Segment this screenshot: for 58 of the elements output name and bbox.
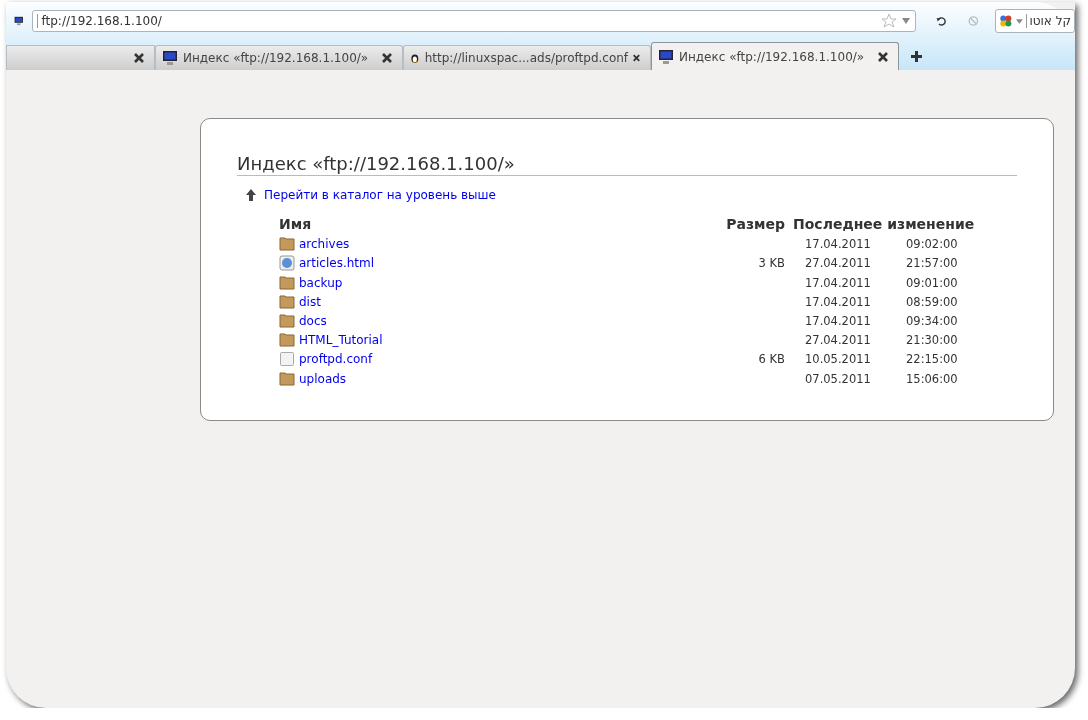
parent-directory-link[interactable]: Перейти в каталог на уровень выше — [264, 188, 496, 202]
folder-icon — [279, 371, 295, 386]
date-cell-text: 17.04.2011 — [804, 275, 872, 290]
column-header: Последнее изменение — [793, 216, 976, 232]
date-cell-text: 07.05.2011 — [804, 371, 872, 386]
time-cell-text: 08:59:00 — [906, 294, 959, 309]
folder-icon — [279, 332, 295, 347]
date-cell-text: 10.05.2011 — [804, 352, 872, 366]
folder-icon — [279, 275, 295, 290]
folder-icon — [279, 294, 295, 309]
file-link[interactable]: docs — [299, 313, 327, 328]
close-icon[interactable] — [878, 51, 888, 62]
file-link[interactable]: archives — [299, 236, 350, 251]
date-cell-text: 17.04.2011 — [804, 294, 872, 309]
address-field[interactable]: ftp://192.168.1.100/ — [31, 10, 916, 32]
page-title: Индекс «ftp://192.168.1.100/» — [237, 153, 1017, 176]
browser-tab[interactable]: http://linuxspac...ads/proftpd.conf — [403, 45, 651, 70]
date-cell-text: 27.04.2011 — [804, 332, 872, 347]
file-link[interactable]: dist — [299, 294, 321, 309]
folder-icon — [279, 313, 295, 328]
caret-icon[interactable] — [900, 18, 911, 24]
up-arrow-icon — [246, 189, 256, 201]
document-icon — [279, 351, 295, 367]
time-cell-text: 22:15:00 — [906, 352, 959, 366]
column-header: Имя — [279, 216, 313, 232]
search-engine-icon[interactable] — [999, 13, 1013, 29]
monitor-icon — [162, 50, 178, 66]
close-icon[interactable] — [134, 53, 144, 63]
size-cell-text: 6 KB — [757, 352, 785, 366]
folder-icon — [279, 236, 295, 251]
caret-icon[interactable] — [1015, 18, 1023, 24]
time-cell-text: 09:02:00 — [906, 236, 959, 251]
time-cell-text: 21:30:00 — [906, 332, 959, 347]
date-cell-text: 17.04.2011 — [804, 313, 872, 328]
search-text: קל אוטו — [1025, 14, 1071, 28]
plus-icon[interactable] — [911, 51, 922, 62]
file-link[interactable]: proftpd.conf — [299, 352, 373, 366]
date-cell-text: 17.04.2011 — [804, 236, 872, 251]
date-cell-text: 27.04.2011 — [804, 256, 872, 270]
size-cell-text: 3 KB — [757, 256, 785, 270]
file-link[interactable]: uploads — [299, 371, 347, 386]
column-header: Размер — [725, 216, 785, 232]
time-cell-text: 09:01:00 — [906, 275, 959, 290]
globe-document-icon — [279, 255, 295, 271]
file-link[interactable]: backup — [299, 275, 343, 290]
browser-tab[interactable]: Индекс «ftp://192.168.1.100/» — [651, 42, 899, 70]
time-cell-text: 21:57:00 — [906, 256, 959, 270]
close-icon[interactable] — [382, 53, 392, 63]
browser-tab[interactable]: Индекс «ftp://192.168.1.100/» — [155, 45, 403, 70]
file-link[interactable]: HTML_Tutorial — [299, 332, 383, 347]
address-text: ftp://192.168.1.100/ — [36, 14, 881, 28]
close-icon[interactable] — [633, 53, 640, 63]
time-cell-text: 09:34:00 — [906, 313, 959, 328]
time-cell-text: 15:06:00 — [906, 371, 959, 386]
monitor-icon — [658, 48, 674, 65]
search-field[interactable]: קל אוטו — [995, 9, 1075, 33]
star-icon[interactable] — [880, 13, 897, 29]
file-link[interactable]: articles.html — [299, 256, 375, 270]
